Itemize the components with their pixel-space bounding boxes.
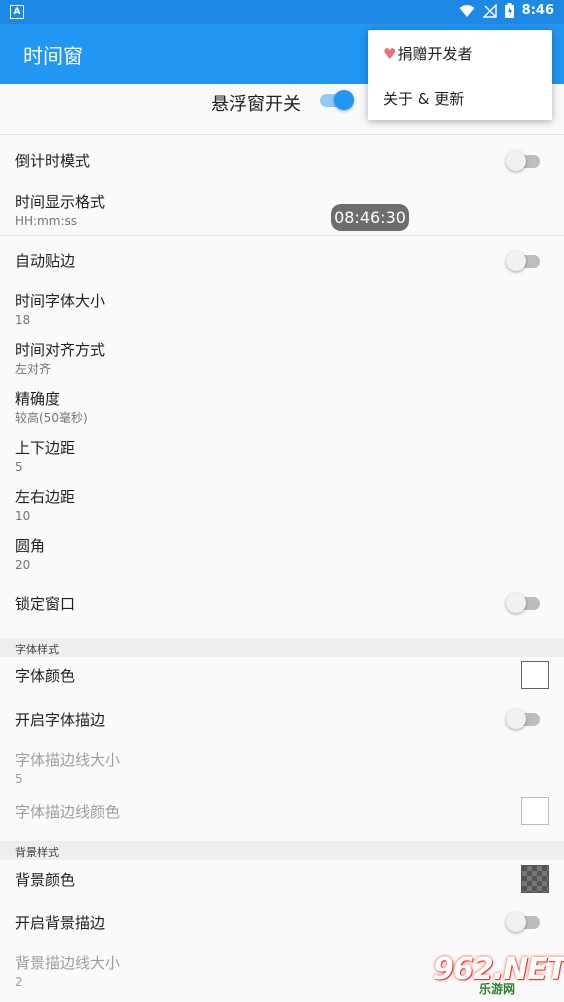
- menu-item-label: 捐赠开发者: [397, 45, 473, 63]
- pref-font-stroke-size: 字体描边线大小 5: [15, 750, 120, 788]
- pref-title: 时间显示格式: [15, 193, 106, 211]
- pref-time-font-size[interactable]: 时间字体大小 18: [15, 291, 105, 329]
- pref-title: 锁定窗口: [15, 595, 76, 613]
- floating-window-label: 悬浮窗开关: [211, 94, 301, 115]
- pref-title: 圆角: [15, 537, 46, 555]
- wifi-icon: [459, 4, 475, 17]
- pref-background-stroke[interactable]: 开启背景描边: [15, 913, 105, 933]
- pref-background-color[interactable]: 背景颜色: [15, 870, 75, 890]
- notification-icon: A: [10, 5, 24, 19]
- watermark-subtext: 乐游网: [479, 982, 516, 996]
- pref-summary: 18: [15, 313, 31, 327]
- pref-title: 开启字体描边: [15, 711, 106, 729]
- pref-title: 背景颜色: [15, 871, 76, 889]
- pref-title: 开启背景描边: [15, 914, 106, 932]
- pref-title: 精确度: [15, 390, 61, 408]
- countdown-mode-switch[interactable]: [506, 150, 542, 172]
- pref-summary: HH:mm:ss: [15, 214, 78, 228]
- pref-summary: 20: [15, 558, 31, 572]
- pref-background-stroke-size: 背景描边线大小 2: [15, 953, 120, 991]
- menu-item-label: 关于 & 更新: [383, 90, 465, 108]
- lock-window-switch[interactable]: [506, 592, 542, 614]
- app-title: 时间窗: [23, 44, 83, 68]
- pref-summary: 10: [15, 509, 31, 523]
- pref-time-alignment[interactable]: 时间对齐方式 左对齐: [15, 340, 105, 378]
- pref-title: 背景描边线大小: [15, 954, 121, 972]
- no-signal-icon: [482, 3, 497, 18]
- divider: [0, 134, 564, 135]
- category-title: 字体样式: [15, 643, 59, 656]
- pref-title: 上下边距: [15, 439, 76, 457]
- pref-lock-window[interactable]: 锁定窗口: [15, 594, 75, 614]
- category-background-style: 背景样式: [0, 841, 564, 860]
- pref-time-format[interactable]: 时间显示格式 HH:mm:ss: [15, 192, 105, 230]
- watermark-logo: 962.NET 乐游网: [425, 952, 564, 996]
- auto-snap-edge-switch[interactable]: [506, 250, 542, 272]
- pref-corner-radius[interactable]: 圆角 20: [15, 536, 45, 574]
- font-color-swatch[interactable]: [521, 661, 549, 689]
- pref-title: 字体颜色: [15, 667, 76, 685]
- pref-title: 倒计时模式: [15, 152, 91, 170]
- pref-summary: 5: [15, 460, 23, 474]
- pref-summary: 5: [15, 772, 23, 786]
- floating-window-switch[interactable]: [318, 89, 354, 111]
- pref-font-color[interactable]: 字体颜色: [15, 666, 75, 686]
- font-stroke-color-swatch: [521, 797, 549, 825]
- pref-countdown-mode[interactable]: 倒计时模式: [15, 151, 90, 171]
- pref-horizontal-margin[interactable]: 左右边距 10: [15, 487, 75, 525]
- background-stroke-switch[interactable]: [506, 911, 542, 933]
- overflow-menu: ♥捐赠开发者 关于 & 更新: [368, 30, 552, 120]
- menu-item-donate[interactable]: ♥捐赠开发者: [383, 43, 472, 64]
- font-stroke-switch[interactable]: [506, 708, 542, 730]
- menu-item-about-update[interactable]: 关于 & 更新: [383, 88, 464, 109]
- status-bar: A 8:46: [0, 0, 564, 24]
- pref-title: 左右边距: [15, 488, 76, 506]
- background-color-swatch[interactable]: [521, 865, 549, 893]
- pref-title: 时间对齐方式: [15, 341, 106, 359]
- pref-font-stroke[interactable]: 开启字体描边: [15, 710, 105, 730]
- divider: [0, 235, 564, 236]
- pref-vertical-margin[interactable]: 上下边距 5: [15, 438, 75, 476]
- pref-title: 字体描边线大小: [15, 751, 121, 769]
- category-font-style: 字体样式: [0, 638, 564, 657]
- battery-icon: [504, 3, 514, 18]
- pref-title: 字体描边线颜色: [15, 803, 121, 821]
- category-title: 背景样式: [15, 846, 59, 859]
- pref-summary: 2: [15, 975, 23, 989]
- pref-title: 自动贴边: [15, 252, 76, 270]
- pref-font-stroke-color: 字体描边线颜色: [15, 802, 120, 822]
- pref-summary: 较高(50毫秒): [15, 411, 88, 425]
- heart-icon: ♥: [383, 45, 397, 63]
- pref-title: 时间字体大小: [15, 292, 106, 310]
- floating-clock[interactable]: 08:46:30: [331, 204, 409, 231]
- pref-summary: 左对齐: [15, 362, 52, 376]
- pref-auto-snap-edge[interactable]: 自动贴边: [15, 251, 75, 271]
- pref-precision[interactable]: 精确度 较高(50毫秒): [15, 389, 88, 427]
- clock: 8:46: [521, 3, 554, 18]
